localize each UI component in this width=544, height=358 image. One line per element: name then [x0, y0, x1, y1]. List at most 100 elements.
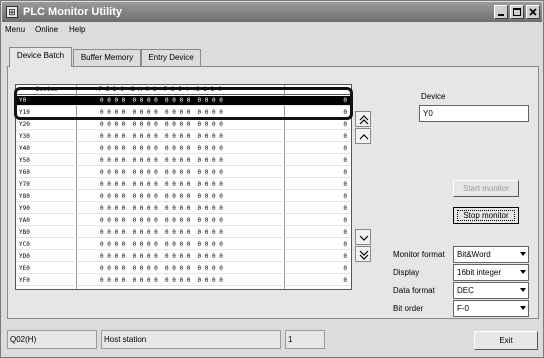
status-connection: Host station — [101, 330, 281, 349]
bits-cell: 0 0 0 0 0 0 0 0 0 0 0 0 0 0 0 0 — [100, 229, 223, 236]
device-cell: Y70 — [19, 181, 30, 188]
close-button[interactable] — [526, 5, 540, 19]
tab-buffer-memory[interactable]: Buffer Memory — [73, 49, 141, 66]
table-row[interactable]: Y30 0 0 0 0 0 0 0 0 0 0 0 0 0 0 0 0 0 — [16, 132, 351, 142]
tab-device-batch[interactable]: Device Batch — [9, 47, 72, 67]
device-cell: YC0 — [19, 241, 30, 248]
device-cell: YE0 — [19, 265, 30, 272]
device-cell: Y30 — [19, 133, 30, 140]
start-monitor-button[interactable]: Start monitor — [453, 180, 519, 197]
value-cell: 0 — [343, 205, 347, 212]
table-row[interactable]: Y50 0 0 0 0 0 0 0 0 0 0 0 0 0 0 0 0 0 — [16, 156, 351, 166]
value-cell: 0 — [343, 253, 347, 260]
window-title: PLC Monitor Utility — [23, 6, 122, 18]
dropdown-arrow-icon — [520, 306, 526, 310]
data-format-select[interactable]: DEC — [453, 282, 529, 299]
double-chevron-up-icon — [359, 115, 369, 125]
value-cell: 0 — [343, 133, 347, 140]
bits-cell: 0 0 0 0 0 0 0 0 0 0 0 0 0 0 0 0 — [100, 109, 223, 116]
device-input[interactable]: Y0 — [419, 105, 529, 122]
device-cell: Y60 — [19, 169, 30, 176]
value-cell: 0 — [343, 169, 347, 176]
value-cell: 0 — [343, 157, 347, 164]
bit-order-value: F-0 — [457, 304, 469, 313]
table-row[interactable]: Y70 0 0 0 0 0 0 0 0 0 0 0 0 0 0 0 0 0 — [16, 180, 351, 190]
table-row[interactable]: YD0 0 0 0 0 0 0 0 0 0 0 0 0 0 0 0 0 0 — [16, 252, 351, 262]
value-cell: 0 — [343, 217, 347, 224]
dropdown-arrow-icon — [520, 288, 526, 292]
value-cell: 0 — [343, 97, 347, 104]
bits-cell: 0 0 0 0 0 0 0 0 0 0 0 0 0 0 0 0 — [100, 241, 223, 248]
device-cell: YB0 — [19, 229, 30, 236]
scroll-top-button[interactable] — [355, 111, 371, 127]
bits-cell: 0 0 0 0 0 0 0 0 0 0 0 0 0 0 0 0 — [100, 97, 223, 104]
display-select[interactable]: 16bit integer — [453, 264, 529, 281]
data-format-label: Data format — [393, 286, 435, 295]
device-label: Device — [421, 92, 446, 101]
device-cell: Y50 — [19, 157, 30, 164]
device-grid[interactable]: Device +F E D C +B A 9 8 +7 6 5 4 +3 2 1… — [15, 84, 352, 290]
maximize-button[interactable] — [510, 5, 524, 19]
scroll-up-button[interactable] — [355, 128, 371, 144]
monitor-format-select[interactable]: Bit&Word — [453, 246, 529, 263]
menu-item-help[interactable]: Help — [69, 25, 85, 35]
chevron-up-icon — [359, 134, 369, 140]
scroll-down-button[interactable] — [355, 229, 371, 245]
status-cpu: Q02(H) — [7, 330, 97, 349]
bits-cell: 0 0 0 0 0 0 0 0 0 0 0 0 0 0 0 0 — [100, 253, 223, 260]
bits-cell: 0 0 0 0 0 0 0 0 0 0 0 0 0 0 0 0 — [100, 169, 223, 176]
value-cell: 0 — [343, 265, 347, 272]
tab-entry-device[interactable]: Entry Device — [141, 49, 201, 66]
close-icon — [529, 8, 537, 16]
dropdown-arrow-icon — [520, 270, 526, 274]
header-bits: +F E D C +B A 9 8 +7 6 5 4 +3 2 1 0 — [95, 86, 222, 93]
data-format-value: DEC — [457, 286, 474, 295]
table-row[interactable]: YB0 0 0 0 0 0 0 0 0 0 0 0 0 0 0 0 0 0 — [16, 228, 351, 238]
table-row[interactable]: Y80 0 0 0 0 0 0 0 0 0 0 0 0 0 0 0 0 0 — [16, 192, 351, 202]
table-row[interactable]: Y10 0 0 0 0 0 0 0 0 0 0 0 0 0 0 0 0 0 — [16, 108, 351, 118]
app-icon: ⊞ — [6, 6, 18, 18]
table-row[interactable]: Y20 0 0 0 0 0 0 0 0 0 0 0 0 0 0 0 0 0 — [16, 120, 351, 130]
minimize-icon — [498, 14, 504, 16]
table-row[interactable]: Y60 0 0 0 0 0 0 0 0 0 0 0 0 0 0 0 0 0 — [16, 168, 351, 178]
table-row[interactable]: YE0 0 0 0 0 0 0 0 0 0 0 0 0 0 0 0 0 0 — [16, 264, 351, 274]
value-cell: 0 — [343, 193, 347, 200]
chevron-down-icon — [359, 235, 369, 241]
device-cell: YF0 — [19, 277, 30, 284]
bit-order-select[interactable]: F-0 — [453, 300, 529, 317]
dropdown-arrow-icon — [520, 252, 526, 256]
device-cell: YA0 — [19, 217, 30, 224]
table-row[interactable]: Y40 0 0 0 0 0 0 0 0 0 0 0 0 0 0 0 0 0 — [16, 144, 351, 154]
table-row[interactable]: Y0 0 0 0 0 0 0 0 0 0 0 0 0 0 0 0 0 0 — [16, 96, 351, 106]
value-cell: 0 — [343, 277, 347, 284]
status-station-no: 1 — [285, 330, 325, 349]
device-cell: Y0 — [19, 97, 27, 104]
table-row[interactable]: YC0 0 0 0 0 0 0 0 0 0 0 0 0 0 0 0 0 0 — [16, 240, 351, 250]
value-cell: 0 — [343, 241, 347, 248]
bits-cell: 0 0 0 0 0 0 0 0 0 0 0 0 0 0 0 0 — [100, 217, 223, 224]
scroll-bottom-button[interactable] — [355, 246, 371, 262]
stop-monitor-button[interactable]: Stop monitor — [453, 207, 519, 224]
table-row[interactable]: YA0 0 0 0 0 0 0 0 0 0 0 0 0 0 0 0 0 0 — [16, 216, 351, 226]
monitor-format-value: Bit&Word — [457, 250, 491, 259]
menu-item-menu[interactable]: Menu — [5, 25, 25, 35]
device-cell: Y20 — [19, 121, 30, 128]
value-cell: 0 — [343, 121, 347, 128]
minimize-button[interactable] — [494, 5, 508, 19]
bits-cell: 0 0 0 0 0 0 0 0 0 0 0 0 0 0 0 0 — [100, 157, 223, 164]
display-label: Display — [393, 268, 420, 277]
bits-cell: 0 0 0 0 0 0 0 0 0 0 0 0 0 0 0 0 — [100, 145, 223, 152]
double-chevron-down-icon — [359, 250, 369, 260]
header-device: Device — [36, 86, 58, 93]
bits-cell: 0 0 0 0 0 0 0 0 0 0 0 0 0 0 0 0 — [100, 181, 223, 188]
value-cell: 0 — [343, 109, 347, 116]
monitor-format-label: Monitor format — [393, 250, 445, 259]
device-cell: YD0 — [19, 253, 30, 260]
table-row[interactable]: YF0 0 0 0 0 0 0 0 0 0 0 0 0 0 0 0 0 0 — [16, 276, 351, 286]
bits-cell: 0 0 0 0 0 0 0 0 0 0 0 0 0 0 0 0 — [100, 265, 223, 272]
exit-button[interactable]: Exit — [474, 331, 538, 350]
grid-header: Device +F E D C +B A 9 8 +7 6 5 4 +3 2 1… — [16, 85, 351, 95]
table-row[interactable]: Y90 0 0 0 0 0 0 0 0 0 0 0 0 0 0 0 0 0 — [16, 204, 351, 214]
menu-item-online[interactable]: Online — [35, 25, 58, 35]
device-cell: Y40 — [19, 145, 30, 152]
